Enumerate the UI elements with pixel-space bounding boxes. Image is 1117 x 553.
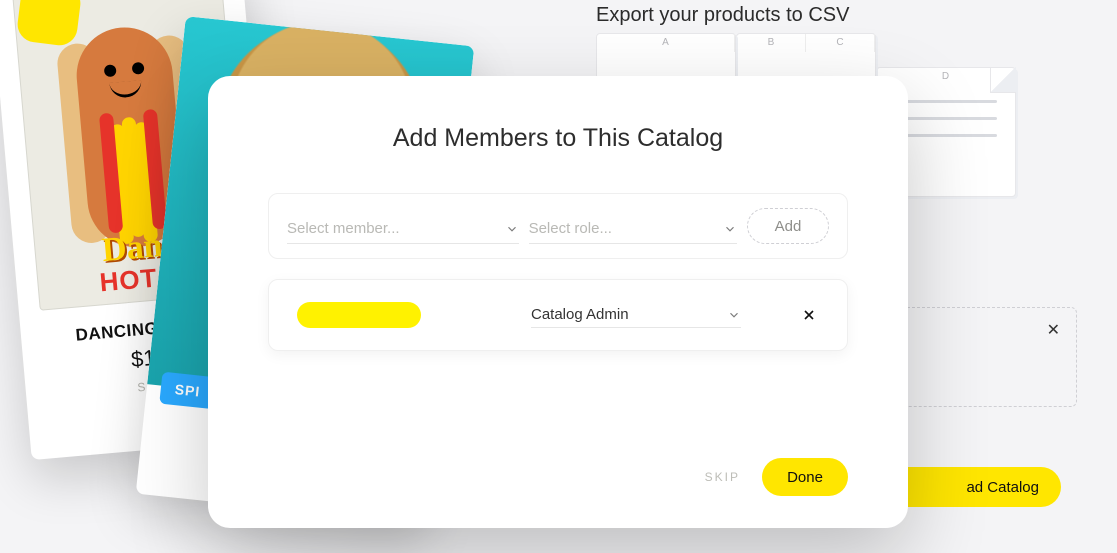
add-members-modal: Add Members to This Catalog Select membe… <box>208 76 908 528</box>
member-select[interactable]: Select member... <box>287 214 519 244</box>
modal-title: Add Members to This Catalog <box>268 124 848 153</box>
export-heading: Export your products to CSV <box>596 4 1077 27</box>
member-role-value: Catalog Admin <box>531 306 727 323</box>
col-c: C <box>806 34 875 52</box>
chevron-down-icon <box>505 222 519 236</box>
dropzone-close-icon[interactable]: ✕ <box>1047 320 1060 340</box>
member-role-select[interactable]: Catalog Admin <box>531 302 741 328</box>
done-button[interactable]: Done <box>762 458 848 496</box>
starburst-badge <box>22 0 75 41</box>
chevron-down-icon <box>723 222 737 236</box>
role-select-placeholder: Select role... <box>529 220 723 237</box>
chevron-down-icon <box>727 308 741 322</box>
skip-button[interactable]: SKIP <box>705 470 740 484</box>
add-member-row: Select member... Select role... Add <box>268 193 848 259</box>
member-name-redacted <box>299 304 419 326</box>
role-select[interactable]: Select role... <box>529 214 737 244</box>
member-row: Catalog Admin <box>268 279 848 351</box>
col-a: A <box>597 34 735 52</box>
member-select-placeholder: Select member... <box>287 220 505 237</box>
add-button[interactable]: Add <box>747 208 829 244</box>
upload-catalog-label: ad Catalog <box>966 479 1039 496</box>
remove-member-icon[interactable] <box>801 307 817 323</box>
modal-actions: SKIP Done <box>268 458 848 496</box>
done-button-label: Done <box>787 469 823 486</box>
col-b: B <box>737 34 806 52</box>
add-button-label: Add <box>775 218 802 235</box>
